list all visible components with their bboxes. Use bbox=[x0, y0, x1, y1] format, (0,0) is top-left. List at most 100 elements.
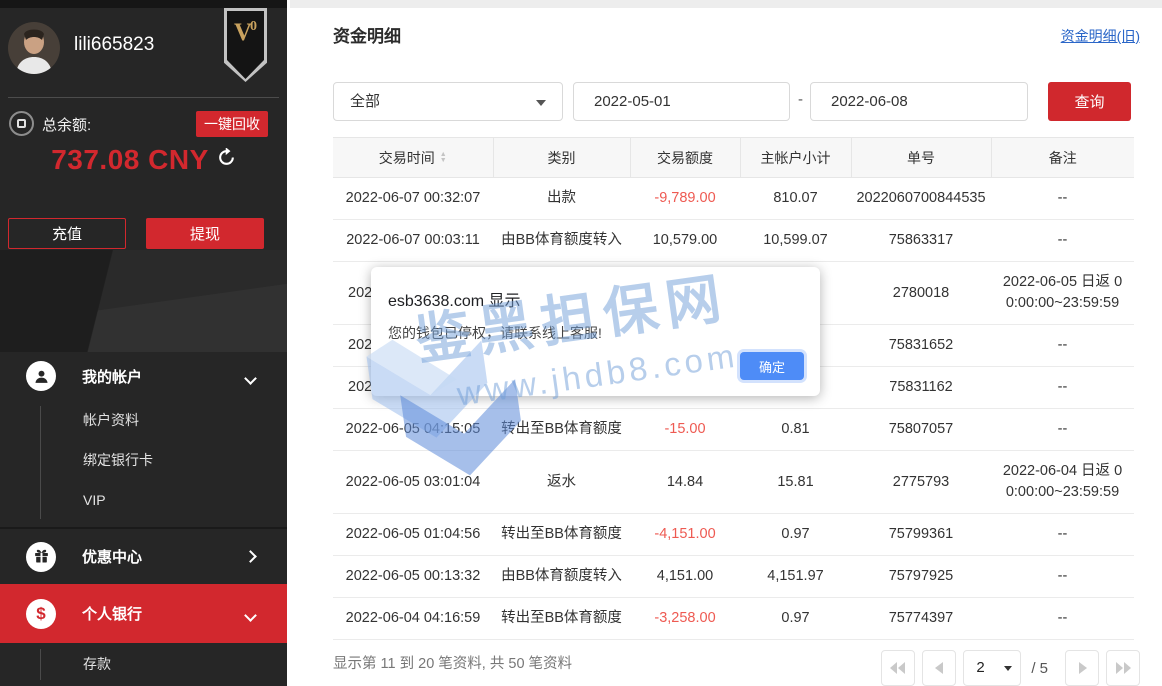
chevron-down-icon bbox=[244, 609, 257, 622]
cell-order: 75863317 bbox=[851, 220, 991, 262]
table-row: 2022-06-05 04:15:05 转出至BB体育额度 -15.00 0.8… bbox=[333, 409, 1134, 451]
next-page-button[interactable] bbox=[1065, 650, 1099, 686]
menu-label: 我的帐户 bbox=[82, 366, 142, 387]
balance-row: 总余额: 一键回收 bbox=[0, 110, 287, 140]
type-filter-select[interactable]: 全部 bbox=[333, 82, 563, 121]
cell-time: 2022-06-04 04:16:59 bbox=[333, 598, 493, 640]
balance-amount: 737.08 CNY bbox=[51, 144, 209, 175]
header-remark: 备注 bbox=[991, 138, 1134, 178]
sidebar-item-bind-bank-card[interactable]: 绑定银行卡 bbox=[0, 440, 287, 480]
cell-remark: 2022-06-04 日返 0 0:00:00~23:59:59 bbox=[991, 451, 1134, 514]
cell-order: 2022060700844535 bbox=[851, 178, 991, 220]
cell-time: 2022-06-05 01:04:56 bbox=[333, 514, 493, 556]
recycle-button[interactable]: 一键回收 bbox=[196, 111, 268, 137]
sidebar-item-my-account[interactable]: 我的帐户 bbox=[0, 352, 287, 400]
date-separator: - bbox=[798, 91, 803, 108]
menu-label: 个人银行 bbox=[82, 603, 142, 624]
submenu-indicator-line bbox=[40, 406, 41, 519]
user-icon bbox=[26, 361, 56, 391]
header-amount: 交易额度 bbox=[630, 138, 740, 178]
fund-detail-old-link[interactable]: 资金明细(旧) bbox=[1061, 26, 1140, 46]
cell-order: 75797925 bbox=[851, 556, 991, 598]
cell-category: 由BB体育额度转入 bbox=[493, 556, 630, 598]
last-page-button[interactable] bbox=[1106, 650, 1140, 686]
header-category: 类别 bbox=[493, 138, 630, 178]
cell-time: 2022-06-05 00:13:32 bbox=[333, 556, 493, 598]
account-submenu: 帐户资料 绑定银行卡 VIP bbox=[0, 400, 287, 525]
dialog-message: 您的钱包已停权，请联系线上客服! bbox=[388, 323, 602, 343]
cell-remark: -- bbox=[991, 367, 1134, 409]
cell-remark: -- bbox=[991, 178, 1134, 220]
cell-amount: 4,151.00 bbox=[630, 556, 740, 598]
sidebar-decoration bbox=[0, 250, 287, 352]
cell-remark: -- bbox=[991, 409, 1134, 451]
cell-amount: -4,151.00 bbox=[630, 514, 740, 556]
cell-order: 2775793 bbox=[851, 451, 991, 514]
search-button[interactable]: 查询 bbox=[1048, 82, 1131, 121]
cell-amount: -3,258.00 bbox=[630, 598, 740, 640]
cell-order: 75831652 bbox=[851, 325, 991, 367]
avatar bbox=[8, 22, 60, 74]
sidebar-item-personal-bank[interactable]: $ 个人银行 bbox=[0, 584, 287, 643]
refresh-icon[interactable] bbox=[217, 148, 236, 172]
page-select[interactable]: 2 bbox=[963, 650, 1021, 686]
cell-subtotal: 0.97 bbox=[740, 514, 851, 556]
date-to-input[interactable]: 2022-06-08 bbox=[810, 82, 1028, 121]
page-title: 资金明细 bbox=[333, 22, 401, 47]
vip-level: 0 bbox=[250, 19, 257, 34]
table-row: 2022-06-04 04:16:59 转出至BB体育额度 -3,258.00 … bbox=[333, 598, 1134, 640]
page-select-value: 2 bbox=[976, 659, 984, 676]
table-row: 2022-06-07 00:03:11 由BB体育额度转入 10,579.00 … bbox=[333, 220, 1134, 262]
header-time[interactable]: 交易时间▲▼ bbox=[333, 138, 493, 178]
cell-time: 2022-06-07 00:32:07 bbox=[333, 178, 493, 220]
cell-amount: -15.00 bbox=[630, 409, 740, 451]
sidebar-item-account-info[interactable]: 帐户资料 bbox=[0, 400, 287, 440]
page-total-label: / 5 bbox=[1031, 660, 1048, 677]
cell-order: 75774397 bbox=[851, 598, 991, 640]
deposit-button[interactable]: 充值 bbox=[8, 218, 126, 249]
menu-label: 优惠中心 bbox=[82, 546, 142, 567]
type-filter-value: 全部 bbox=[350, 93, 380, 110]
table-header-row: 交易时间▲▼ 类别 交易额度 主帐户小计 单号 备注 bbox=[333, 138, 1134, 178]
cell-order: 75831162 bbox=[851, 367, 991, 409]
results-summary: 显示第 11 到 20 笔资料, 共 50 笔资料 bbox=[333, 652, 572, 673]
balance-label: 总余额: bbox=[42, 114, 91, 135]
main-top-strip bbox=[290, 0, 1162, 8]
chevron-down-icon bbox=[244, 372, 257, 385]
header-subtotal: 主帐户小计 bbox=[740, 138, 851, 178]
cell-remark: -- bbox=[991, 598, 1134, 640]
date-from-input[interactable]: 2022-05-01 bbox=[573, 82, 790, 121]
dialog-title: esb3638.com 显示 bbox=[388, 287, 521, 311]
chevron-right-icon bbox=[244, 550, 257, 563]
prev-page-button[interactable] bbox=[922, 650, 956, 686]
sidebar-item-promo-center[interactable]: 优惠中心 bbox=[0, 527, 287, 584]
first-page-button[interactable] bbox=[881, 650, 915, 686]
cell-category: 转出至BB体育额度 bbox=[493, 598, 630, 640]
balance-amount-row: 737.08 CNY bbox=[0, 144, 287, 176]
cell-order: 2780018 bbox=[851, 262, 991, 325]
table-row: 2022-06-05 03:01:04 返水 14.84 15.81 27757… bbox=[333, 451, 1134, 514]
cell-time: 2022-06-07 00:03:11 bbox=[333, 220, 493, 262]
sidebar-item-vip[interactable]: VIP bbox=[0, 480, 287, 520]
cell-category: 由BB体育额度转入 bbox=[493, 220, 630, 262]
gift-icon bbox=[26, 542, 56, 572]
cell-category: 转出至BB体育额度 bbox=[493, 514, 630, 556]
cell-remark: 2022-06-05 日返 0 0:00:00~23:59:59 bbox=[991, 262, 1134, 325]
cell-remark: -- bbox=[991, 556, 1134, 598]
sidebar-item-deposit[interactable]: 存款 bbox=[0, 643, 287, 686]
cell-remark: -- bbox=[991, 514, 1134, 556]
username: lili665823 bbox=[74, 34, 154, 56]
cell-subtotal: 0.81 bbox=[740, 409, 851, 451]
sort-icon: ▲▼ bbox=[440, 152, 447, 164]
cell-order: 75799361 bbox=[851, 514, 991, 556]
cell-amount: -9,789.00 bbox=[630, 178, 740, 220]
submenu-indicator-line bbox=[40, 649, 41, 680]
withdraw-button[interactable]: 提现 bbox=[146, 218, 264, 249]
pagination: 2 / 5 bbox=[881, 650, 1140, 686]
dialog-confirm-button[interactable]: 确定 bbox=[740, 352, 804, 380]
table-row: 2022-06-05 00:13:32 由BB体育额度转入 4,151.00 4… bbox=[333, 556, 1134, 598]
cell-remark: -- bbox=[991, 220, 1134, 262]
cell-subtotal: 10,599.07 bbox=[740, 220, 851, 262]
cell-order: 75807057 bbox=[851, 409, 991, 451]
select-caret-icon bbox=[1004, 666, 1012, 671]
